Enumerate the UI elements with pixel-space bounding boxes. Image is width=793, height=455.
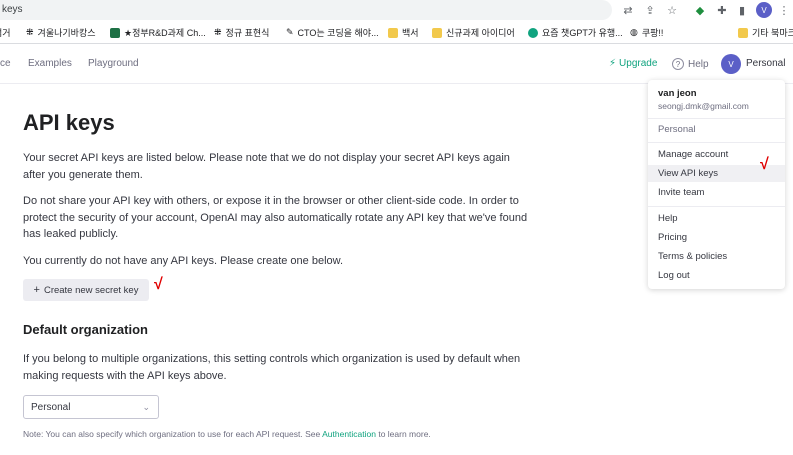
menu-item-logout[interactable]: Log out bbox=[648, 267, 785, 284]
bolt-icon: ⚡ bbox=[609, 58, 617, 69]
create-secret-key-button[interactable]: + Create new secret key bbox=[23, 279, 149, 301]
bookmark-item[interactable]: ★정부R&D과제 Ch... bbox=[110, 26, 206, 39]
star-icon[interactable]: ☆ bbox=[664, 2, 680, 18]
upgrade-link[interactable]: ⚡ Upgrade bbox=[609, 58, 657, 69]
menu-user-name: van jeon bbox=[658, 88, 697, 99]
menu-divider bbox=[648, 142, 785, 143]
address-text: keys bbox=[2, 4, 23, 15]
bookmark-item[interactable]: 백서 bbox=[388, 26, 419, 39]
bookmark-item[interactable]: 기타 북마크 bbox=[738, 26, 793, 39]
user-avatar[interactable]: V bbox=[721, 54, 741, 74]
extension-icon[interactable]: ◆ bbox=[692, 2, 708, 18]
puzzle-icon[interactable]: ✚ bbox=[714, 2, 730, 18]
page-title: API keys bbox=[23, 110, 115, 135]
nav-link-partial[interactable]: ce bbox=[0, 58, 11, 69]
intro-paragraph: Your secret API keys are listed below. P… bbox=[23, 152, 510, 181]
menu-divider bbox=[648, 206, 785, 207]
auth-note: Note: You can also specify which organiz… bbox=[23, 429, 431, 439]
sidepanel-icon[interactable]: ▮ bbox=[734, 2, 750, 18]
menu-item-terms[interactable]: Terms & policies bbox=[648, 248, 785, 265]
more-icon[interactable]: ⋮ bbox=[776, 2, 792, 18]
pen-icon: ✎ bbox=[286, 27, 294, 37]
no-keys-paragraph: You currently do not have any API keys. … bbox=[23, 255, 344, 267]
chevron-down-icon: ⌄ bbox=[142, 401, 150, 412]
t-icon: ⁜ bbox=[214, 27, 222, 37]
security-paragraph: Do not share your API key with others, o… bbox=[23, 195, 528, 240]
globe-icon: ◍ bbox=[630, 27, 638, 37]
account-switcher[interactable]: Personal bbox=[746, 58, 785, 69]
bookmark-item[interactable]: ◍ 쿠팡!! bbox=[630, 26, 663, 39]
share-icon[interactable]: ⇪ bbox=[642, 2, 658, 18]
help-icon: ? bbox=[672, 58, 684, 70]
profile-avatar[interactable]: V bbox=[756, 2, 772, 18]
bookmark-item[interactable]: ✎ CTO는 코딩을 해야... bbox=[286, 26, 379, 39]
default-org-description: If you belong to multiple organizations,… bbox=[23, 353, 521, 382]
browser-toolbar: keys ⇄ ⇪ ☆ ◆ ✚ ▮ V ⋮ bbox=[0, 0, 793, 20]
bookmark-item[interactable]: ⁜ 정규 표현식 bbox=[214, 26, 269, 39]
menu-org-personal[interactable]: Personal bbox=[648, 121, 785, 138]
account-menu: van jeon seongj.dmk@gmail.com Personal M… bbox=[648, 80, 785, 289]
menu-item-help[interactable]: Help bbox=[648, 210, 785, 227]
folder-icon bbox=[432, 27, 442, 38]
plus-icon: + bbox=[33, 284, 40, 296]
bookmark-item[interactable]: 신규과제 아이디어 bbox=[432, 26, 515, 39]
address-bar[interactable]: keys bbox=[0, 0, 612, 20]
t-icon: ⁜ bbox=[26, 27, 34, 37]
top-nav: ce Examples Playground ⚡ Upgrade ? Help … bbox=[0, 44, 793, 84]
folder-icon bbox=[388, 27, 398, 38]
menu-item-pricing[interactable]: Pricing bbox=[648, 229, 785, 246]
bookmark-item[interactable]: 요즘 챗GPT가 유행... bbox=[528, 26, 623, 39]
bookmark-item[interactable]: 검거 bbox=[0, 26, 11, 39]
check-annotation: √ bbox=[154, 276, 163, 293]
nav-link-playground[interactable]: Playground bbox=[88, 58, 139, 69]
organization-select[interactable]: Personal ⌄ bbox=[23, 395, 159, 419]
menu-divider bbox=[648, 118, 785, 119]
menu-item-invite-team[interactable]: Invite team bbox=[648, 184, 785, 201]
check-annotation: √ bbox=[760, 156, 769, 173]
bookmarks-bar: 검거 ⁜ 겨울나기바캉스 ★정부R&D과제 Ch... ⁜ 정규 표현식 ✎ C… bbox=[0, 20, 793, 44]
menu-user-email: seongj.dmk@gmail.com bbox=[658, 101, 749, 111]
translate-icon[interactable]: ⇄ bbox=[620, 2, 636, 18]
excel-icon bbox=[110, 27, 120, 38]
default-org-title: Default organization bbox=[23, 322, 148, 337]
folder-icon bbox=[738, 27, 748, 38]
bookmark-item[interactable]: ⁜ 겨울나기바캉스 bbox=[26, 26, 96, 39]
authentication-link[interactable]: Authentication bbox=[322, 429, 376, 439]
help-link[interactable]: ? Help bbox=[672, 58, 709, 70]
nav-link-examples[interactable]: Examples bbox=[28, 58, 72, 69]
gpt-icon bbox=[528, 27, 538, 38]
